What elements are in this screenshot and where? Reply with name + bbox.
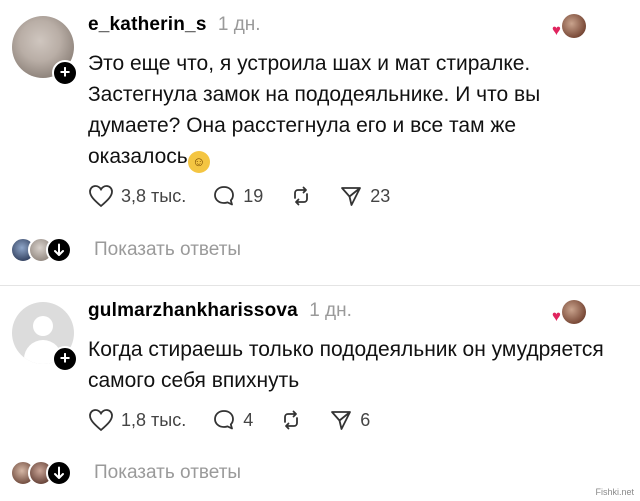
comment-bubble-icon: [214, 186, 235, 206]
timestamp: 1 дн.: [217, 14, 261, 35]
comment-body: Когда стираешь только пододеяльник он ум…: [88, 338, 604, 392]
heart-icon: ♥: [552, 308, 561, 325]
avatar[interactable]: +: [12, 16, 78, 86]
show-replies-link[interactable]: Показать ответы: [94, 462, 241, 484]
reply-count: 19: [243, 185, 264, 206]
comment-header: e_katherin_s 1 дн.: [88, 14, 261, 36]
send-icon: [341, 187, 362, 206]
comment-text: Это еще что, я устроила шах и мат стирал…: [88, 48, 608, 173]
watermark: Fishki.net: [595, 487, 634, 497]
rofl-emoji-icon: ☺: [187, 151, 210, 173]
avatar[interactable]: +: [12, 302, 78, 372]
heart-outline-icon: [89, 185, 113, 208]
share-button[interactable]: 6: [329, 408, 370, 432]
comment-body: Это еще что, я устроила шах и мат стирал…: [88, 52, 541, 168]
like-button[interactable]: 3,8 тыс.: [88, 184, 186, 208]
comment: + gulmarzhankharissova 1 дн. ♥ Когда сти…: [0, 286, 640, 501]
repost-icon: [284, 410, 299, 430]
author-liked-badge: ♥: [552, 14, 588, 42]
comment-header: gulmarzhankharissova 1 дн.: [88, 300, 352, 322]
author-avatar: [562, 300, 586, 324]
follow-plus-icon[interactable]: +: [52, 60, 78, 86]
follow-plus-icon[interactable]: +: [52, 346, 78, 372]
heart-outline-icon: [89, 409, 113, 432]
repost-button[interactable]: [279, 408, 303, 432]
arrow-down-icon[interactable]: [46, 237, 72, 263]
comment-text: Когда стираешь только пододеяльник он ум…: [88, 334, 608, 396]
action-bar: 3,8 тыс. 19 23: [88, 181, 416, 211]
send-icon: [331, 411, 352, 430]
share-count: 23: [370, 185, 391, 206]
author-avatar: [562, 14, 586, 38]
comment-bubble-icon: [214, 410, 235, 430]
comment: + e_katherin_s 1 дн. ♥ Это еще что, я ус…: [0, 0, 640, 285]
timestamp: 1 дн.: [309, 300, 352, 321]
repost-button[interactable]: [289, 184, 313, 208]
username[interactable]: e_katherin_s: [88, 14, 207, 35]
action-bar: 1,8 тыс. 4 6: [88, 405, 396, 435]
show-replies-row[interactable]: Показать ответы: [10, 235, 241, 265]
repost-icon: [294, 186, 309, 206]
username[interactable]: gulmarzhankharissova: [88, 300, 298, 321]
like-button[interactable]: 1,8 тыс.: [88, 408, 186, 432]
reply-count: 4: [243, 409, 254, 430]
share-count: 6: [360, 409, 371, 430]
like-count: 3,8 тыс.: [121, 185, 187, 206]
share-button[interactable]: 23: [339, 184, 390, 208]
arrow-down-icon[interactable]: [46, 460, 72, 486]
show-replies-link[interactable]: Показать ответы: [94, 239, 241, 261]
show-replies-row[interactable]: Показать ответы: [10, 458, 241, 488]
like-count: 1,8 тыс.: [121, 409, 187, 430]
heart-icon: ♥: [552, 22, 561, 39]
reply-button[interactable]: 19: [212, 184, 263, 208]
reply-button[interactable]: 4: [212, 408, 253, 432]
author-liked-badge: ♥: [552, 300, 588, 328]
